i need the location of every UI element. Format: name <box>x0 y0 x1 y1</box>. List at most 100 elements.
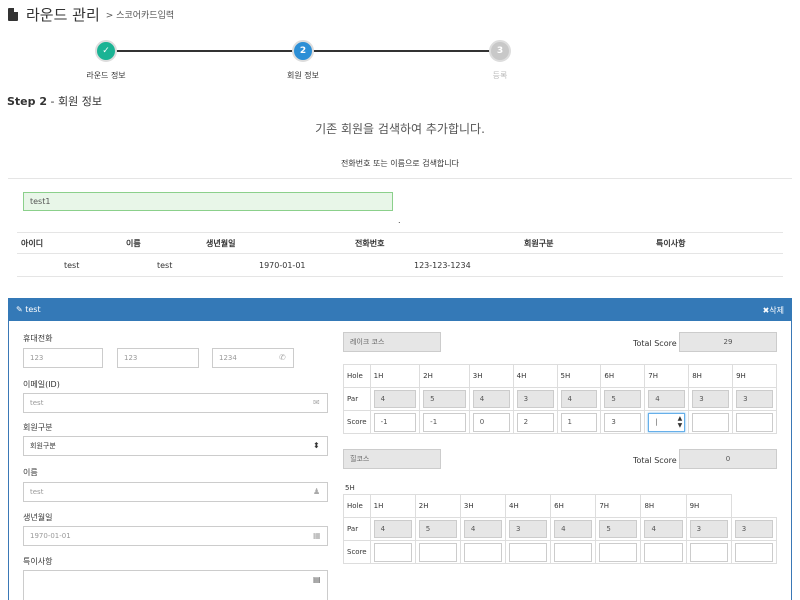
score-input[interactable] <box>599 542 638 562</box>
par-cell: 4 <box>644 520 683 538</box>
search-hint: 전화번호 또는 이름으로 검색합니다 <box>340 159 460 168</box>
step-heading: Step 2 - 회원 정보 <box>7 95 102 108</box>
course1-hole-row: Hole 1H 2H 3H 4H 5H 6H 7H 8H 9H <box>343 364 777 388</box>
check-icon: ✓ <box>102 46 110 56</box>
course2-score-row: Score <box>343 540 778 564</box>
row-phone: 123-123-1234 <box>414 261 471 270</box>
course2-hole-row: Hole 1H 2H 3H 4H 6H 7H 8H 9H <box>343 494 777 518</box>
par-cell: 3 <box>734 520 773 538</box>
score-input[interactable] <box>463 542 503 562</box>
note-label: 특이사항 <box>23 557 53 566</box>
par-cell: 4 <box>472 390 510 408</box>
phone-field-1[interactable]: 123 <box>23 348 103 368</box>
course2-scorecard: Hole 1H 2H 3H 4H 6H 7H 8H 9H Par 4 5 4 3… <box>343 494 778 564</box>
score-input[interactable]: 3 <box>604 412 642 432</box>
score-input[interactable]: 0 <box>472 412 510 432</box>
panel-title: test <box>25 305 41 314</box>
score-input[interactable] <box>554 542 593 562</box>
course2-name: 힐코스 <box>343 449 441 469</box>
member-panel-header: ✎ test ✖삭제 <box>8 298 792 321</box>
par-cell: 5 <box>599 520 638 538</box>
member-type-select[interactable]: 회원구분 ⬍ <box>23 436 328 456</box>
score-input[interactable] <box>373 542 412 562</box>
wizard-step-2[interactable]: 2 <box>292 40 314 62</box>
search-dot: . <box>398 216 401 225</box>
score-input[interactable]: 2 <box>516 412 554 432</box>
member-type-label: 회원구분 <box>23 423 53 432</box>
par-cell: 4 <box>554 520 593 538</box>
course1-total-label: Total Score <box>633 339 677 348</box>
par-cell: 4 <box>373 520 412 538</box>
par-cell: 4 <box>560 390 598 408</box>
course1-par-row: Par 4 5 4 3 4 5 4 3 3 <box>343 387 777 411</box>
par-cell: 5 <box>423 390 466 408</box>
table-top-border <box>17 232 783 233</box>
name-label: 이름 <box>23 468 38 477</box>
wizard-step-1[interactable]: ✓ <box>95 40 117 62</box>
par-cell: 4 <box>648 390 686 408</box>
page-title: 라운드 관리 <box>26 6 100 24</box>
wizard-label-3: 등록 <box>492 71 508 80</box>
row-id: test <box>64 261 80 270</box>
course1-score-row: Score -1 -1 0 2 1 3 | ▲ ▼ <box>343 410 777 434</box>
section-headline: 기존 회원을 검색하여 추가합니다. <box>315 122 485 136</box>
course2-total-score: 0 <box>679 449 777 469</box>
page-header: 라운드 관리 > 스코어카드입력 <box>8 4 174 25</box>
birth-label: 생년월일 <box>23 513 53 522</box>
par-cell: 5 <box>418 520 457 538</box>
name-field[interactable]: test ♟ <box>23 482 328 502</box>
par-cell: 3 <box>736 390 773 408</box>
score-input[interactable] <box>736 412 773 432</box>
phone-field-3[interactable]: 1234 ✆ <box>212 348 294 368</box>
col-id: 아이디 <box>21 239 44 248</box>
spinner-icon[interactable]: ▲ ▼ <box>678 415 683 429</box>
par-cell: 3 <box>689 520 728 538</box>
score-input[interactable] <box>509 542 548 562</box>
wizard-label-2: 회원 정보 <box>287 71 319 80</box>
course2-total-label: Total Score <box>633 456 677 465</box>
par-cell: 5 <box>604 390 642 408</box>
divider <box>8 178 792 179</box>
delete-button[interactable]: ✖삭제 <box>763 305 784 316</box>
edit-icon: ✎ <box>16 305 23 314</box>
wizard-label-1: 라운드 정보 <box>86 71 126 80</box>
phone-label: 휴대전화 <box>23 334 53 343</box>
score-input[interactable] <box>692 412 730 432</box>
course1-scorecard: Hole 1H 2H 3H 4H 5H 6H 7H 8H 9H Par 4 5 … <box>343 364 777 434</box>
par-cell: 4 <box>373 390 417 408</box>
birth-field[interactable]: 1970-01-01 ▦ <box>23 526 328 546</box>
score-input[interactable]: 1 <box>560 412 598 432</box>
par-cell: 4 <box>463 520 503 538</box>
col-name: 이름 <box>126 239 141 248</box>
phone-field-2[interactable]: 123 <box>117 348 199 368</box>
col-note: 특이사항 <box>656 239 686 248</box>
score-input[interactable]: -1 <box>423 412 466 432</box>
col-birth: 생년월일 <box>206 239 236 248</box>
email-label: 이메일(ID) <box>23 380 60 389</box>
envelope-icon: ✉ <box>313 398 320 407</box>
col-type: 회원구분 <box>524 239 554 248</box>
table-row[interactable]: test test 1970-01-01 123-123-1234 <box>17 254 783 276</box>
row-name: test <box>157 261 173 270</box>
col-phone: 전화번호 <box>355 239 385 248</box>
course1-name: 레이크 코스 <box>343 332 441 352</box>
note-field[interactable]: ▤ <box>23 570 328 600</box>
course2-par-row: Par 4 5 4 3 4 5 4 3 3 <box>343 517 778 541</box>
score-input[interactable] <box>689 542 728 562</box>
member-search-input[interactable] <box>23 192 393 211</box>
score-input[interactable] <box>644 542 683 562</box>
user-icon: ♟ <box>313 487 321 496</box>
score-input[interactable]: -1 <box>373 412 417 432</box>
par-cell: 3 <box>509 520 548 538</box>
phone-icon: ✆ <box>279 353 286 362</box>
par-cell: 3 <box>692 390 730 408</box>
course2-extra-hole: 5H <box>345 484 355 492</box>
row-birth: 1970-01-01 <box>259 261 306 270</box>
email-field[interactable]: test ✉ <box>23 393 328 413</box>
par-cell: 3 <box>516 390 554 408</box>
wizard-step-3[interactable]: 3 <box>489 40 511 62</box>
table-bottom-border <box>17 276 783 277</box>
score-input-active[interactable]: | ▲ ▼ <box>648 412 686 432</box>
score-input[interactable] <box>418 542 457 562</box>
score-input[interactable] <box>734 542 773 562</box>
